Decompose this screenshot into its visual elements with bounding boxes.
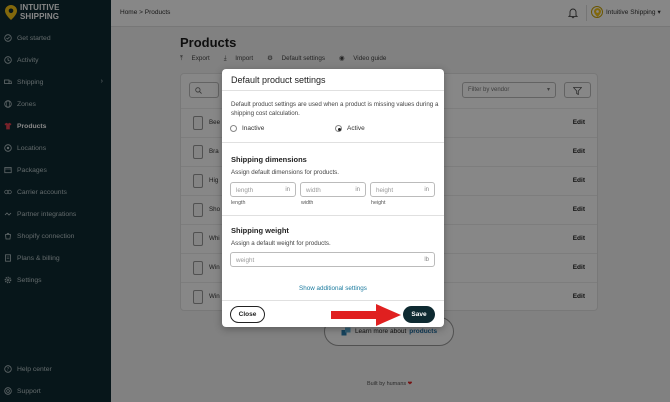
radio-active-label: Active <box>347 125 365 132</box>
width-input[interactable]: width in <box>300 182 366 197</box>
width-placeholder: width <box>306 186 321 194</box>
width-unit: in <box>355 186 360 193</box>
radio-inactive-label: Inactive <box>242 125 265 132</box>
red-arrow-annotation <box>331 304 401 326</box>
close-button[interactable]: Close <box>230 306 265 323</box>
height-caption: height <box>371 200 386 206</box>
height-unit: in <box>424 186 429 193</box>
height-input[interactable]: height in <box>370 182 435 197</box>
length-unit: in <box>285 186 290 193</box>
weight-placeholder: weight <box>236 256 255 264</box>
width-caption: width <box>301 200 314 206</box>
divider <box>222 142 444 143</box>
save-button[interactable]: Save <box>403 306 435 323</box>
length-input[interactable]: length in <box>230 182 296 197</box>
height-placeholder: height <box>376 186 394 194</box>
shipping-dimensions-subtitle: Assign default dimensions for products. <box>231 169 339 176</box>
length-placeholder: length <box>236 186 254 194</box>
modal-description: Default product settings are used when a… <box>231 101 439 117</box>
shipping-weight-title: Shipping weight <box>231 226 289 235</box>
length-caption: length <box>231 200 246 206</box>
radio-active[interactable]: Active <box>335 125 365 132</box>
default-product-settings-modal: Default product settings Default product… <box>222 69 444 327</box>
radio-circle <box>230 125 237 132</box>
modal-title: Default product settings <box>231 75 326 85</box>
weight-unit: lb <box>424 256 429 263</box>
modal-header: Default product settings <box>222 69 444 91</box>
radio-circle-selected <box>335 125 342 132</box>
divider <box>222 300 444 301</box>
divider <box>222 215 444 216</box>
shipping-weight-subtitle: Assign a default weight for products. <box>231 240 331 247</box>
weight-input[interactable]: weight lb <box>230 252 435 267</box>
radio-inactive[interactable]: Inactive <box>230 125 264 132</box>
shipping-dimensions-title: Shipping dimensions <box>231 155 307 164</box>
show-additional-settings-link[interactable]: Show additional settings <box>299 285 367 292</box>
